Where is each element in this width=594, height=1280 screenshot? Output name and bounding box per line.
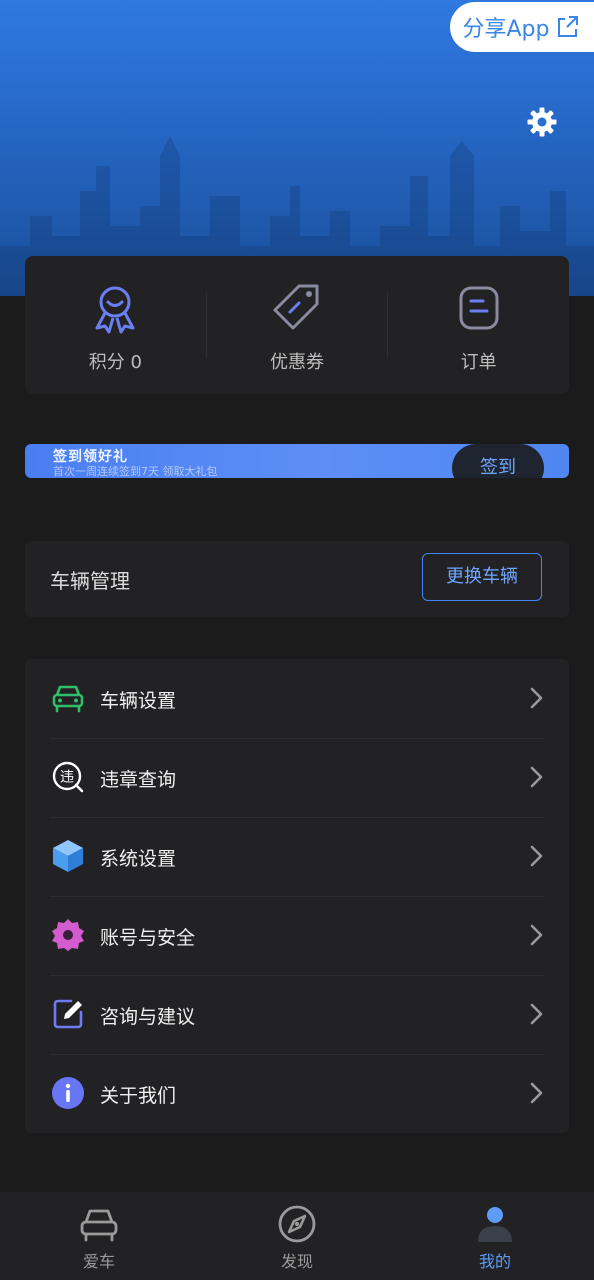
cube-icon (53, 840, 83, 872)
share-label: 分享App (462, 17, 550, 42)
checkin-button[interactable]: 签到 (452, 444, 544, 478)
chevron-right-icon (530, 845, 543, 867)
settings-gear-icon[interactable] (526, 106, 558, 138)
tab-label: 我的 (478, 1252, 511, 1271)
checkin-banner[interactable]: 签到领好礼 首次一周连续签到7天 领取大礼包 签到 (25, 444, 569, 478)
share-icon (558, 16, 579, 37)
car-icon (52, 685, 84, 713)
chevron-right-icon (530, 924, 543, 946)
coupons-label: 优惠券 (270, 352, 324, 373)
profile-header: 分享App (0, 0, 594, 296)
menu-item-label: 账号与安全 (100, 927, 196, 949)
menu-item-label: 系统设置 (100, 848, 177, 870)
edit-icon (53, 999, 83, 1029)
menu-item-label: 车辆设置 (100, 690, 177, 712)
chevron-right-icon (530, 1082, 543, 1104)
change-vehicle-button[interactable]: 更换车辆 (422, 553, 542, 601)
tab-label: 发现 (280, 1252, 313, 1271)
vehicle-management-card: 车辆管理 更换车辆 (25, 541, 569, 617)
gear-badge-icon (52, 919, 84, 951)
points-label: 积分 0 (88, 352, 142, 373)
menu-item-feedback[interactable]: 咨询与建议 (25, 975, 569, 1054)
violation-glyph: 违 (60, 770, 74, 786)
award-ribbon-icon (95, 286, 135, 334)
menu-item-label: 咨询与建议 (100, 1006, 196, 1028)
menu-item-account-security[interactable]: 账号与安全 (25, 896, 569, 975)
points-entry[interactable]: 积分 0 (25, 256, 206, 394)
compass-icon (278, 1205, 316, 1243)
menu-item-system-settings[interactable]: 系统设置 (25, 817, 569, 896)
order-icon (459, 286, 499, 330)
banner-subtitle: 首次一周连续签到7天 领取大礼包 (53, 465, 218, 478)
settings-menu: 车辆设置 违 违章查询 系统设置 账号与安全 咨询与建议 关于我们 (25, 659, 569, 1133)
orders-entry[interactable]: 订单 (388, 256, 569, 394)
bottom-tab-bar: 爱车 发现 我的 (0, 1192, 594, 1280)
chevron-right-icon (530, 766, 543, 788)
tab-discover[interactable]: 发现 (198, 1192, 396, 1280)
menu-item-label: 关于我们 (100, 1085, 177, 1107)
coupon-tag-icon (273, 284, 319, 330)
vehicle-management-title: 车辆管理 (50, 569, 130, 593)
orders-label: 订单 (460, 352, 497, 373)
menu-item-vehicle-settings[interactable]: 车辆设置 (25, 659, 569, 738)
tab-mine[interactable]: 我的 (396, 1192, 594, 1280)
info-icon (52, 1077, 84, 1109)
chevron-right-icon (530, 1003, 543, 1025)
profile-icon (478, 1207, 512, 1242)
menu-item-about-us[interactable]: 关于我们 (25, 1054, 569, 1133)
violation-search-icon: 违 (52, 761, 84, 793)
stats-card: 积分 0 优惠券 订单 (25, 256, 569, 394)
tab-my-car[interactable]: 爱车 (0, 1192, 198, 1280)
menu-item-violation-query[interactable]: 违 违章查询 (25, 738, 569, 817)
menu-item-label: 违章查询 (100, 769, 177, 791)
tab-label: 爱车 (82, 1252, 115, 1271)
car-outline-icon (80, 1209, 118, 1242)
chevron-right-icon (530, 687, 543, 709)
share-app-button[interactable]: 分享App (450, 2, 594, 52)
coupons-entry[interactable]: 优惠券 (207, 256, 388, 394)
